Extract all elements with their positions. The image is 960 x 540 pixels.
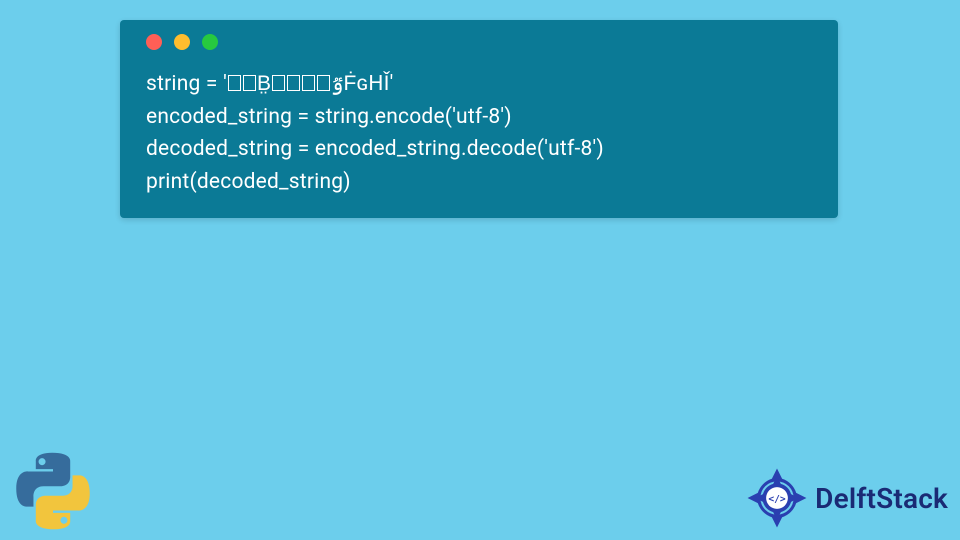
python-logo-icon [10, 448, 96, 534]
zoom-icon [202, 34, 218, 50]
delftstack-brand: </> DelftStack [745, 466, 948, 530]
code-line-1: string = ' B̤ ٷḞɢHǏ' [146, 72, 394, 96]
tofu-glyph-icon [228, 75, 241, 91]
tofu-glyph-icon [287, 75, 300, 91]
close-icon [146, 34, 162, 50]
code-line-4: print(decoded_string) [146, 170, 351, 194]
code-line-3: decoded_string = encoded_string.decode('… [146, 137, 604, 161]
code-block: string = ' B̤ ٷḞɢHǏ' encoded_string = stri… [146, 68, 812, 198]
code-text: ٷḞɢHǏ [331, 72, 390, 96]
window-titlebar [146, 34, 812, 50]
code-text: string = ' [146, 72, 227, 96]
code-text: ' [390, 72, 394, 96]
tofu-glyph-icon [272, 75, 285, 91]
tofu-glyph-icon [317, 75, 330, 91]
code-window: string = ' B̤ ٷḞɢHǏ' encoded_string = stri… [120, 20, 838, 218]
code-text: B̤ [257, 72, 271, 96]
svg-text:</>: </> [768, 494, 786, 505]
tofu-glyph-icon [302, 75, 315, 91]
minimize-icon [174, 34, 190, 50]
code-line-2: encoded_string = string.encode('utf-8') [146, 105, 512, 129]
page: string = ' B̤ ٷḞɢHǏ' encoded_string = stri… [0, 0, 960, 540]
tofu-glyph-icon [243, 75, 256, 91]
delftstack-label: DelftStack [815, 482, 948, 515]
delftstack-badge-icon: </> [745, 466, 809, 530]
